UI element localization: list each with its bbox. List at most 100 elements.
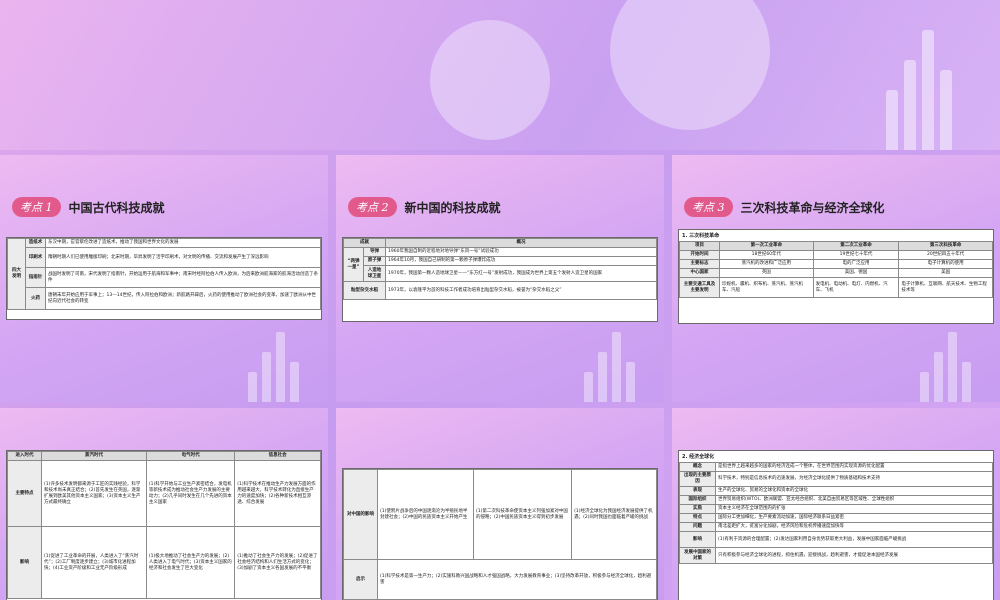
row-label: 籼型杂交水稻	[343, 281, 386, 300]
col-header: 蒸汽时代	[41, 451, 147, 461]
col-header: 进入时代	[7, 451, 42, 461]
row-text: 1973年，以袁隆平为首的科技工作者成功培育出籼型杂交水稻，被誉为“杂交水稻之父…	[385, 281, 657, 300]
topic-badge: 考点 1	[12, 197, 61, 217]
table-header: 进入时代 蒸汽时代 电气时代 信息社会	[7, 451, 321, 461]
table-header: 项目 第一次工业革命 第二次工业革命 第三次科技革命	[679, 241, 993, 251]
slide-tech-revolutions[interactable]: 考点 3 三次科技革命与经济全球化 1. 三次科技革命 项目 第一次工业革命 第…	[672, 155, 1000, 402]
row-label: 影响	[7, 526, 42, 599]
row-text: 只有积极参与经济全球化的进程，抓住机遇，迎接挑战，趋利避害，才能促进本国经济发展	[715, 547, 993, 564]
row-label: 印刷术	[25, 247, 46, 268]
row-label: 造纸术	[25, 238, 46, 248]
row-text: 科学技术，特别是信息技术的迅速发展，为经济全球化提供了物质基础和技术支持	[715, 471, 993, 487]
row-label: 主要特点	[7, 460, 42, 527]
row-label: 特点	[679, 513, 716, 523]
topic-badge: 考点 2	[348, 197, 397, 217]
row-label: 中心国家	[679, 268, 720, 278]
row-label: 出现的主要原因	[679, 471, 716, 487]
cell: (1)使鸦片战争后的中国逐渐沦为半殖民地半封建社会；(2)中国的民族资本主义开始…	[377, 469, 474, 560]
row-text: 唐朝末年开始应用于军事上；13—14世纪，传入阿拉伯和欧洲；新航路开辟后，火药的…	[45, 287, 321, 310]
cell: 电的广泛应用	[812, 259, 900, 269]
decor-bars	[920, 322, 990, 402]
row-text: 1960年我国自制的近程地对地导弹“东风一号”试验成功	[385, 247, 657, 257]
row-text: 1970年，我国第一颗人造地球卫星——“东方红一号”发射成功，我国成为世界上第五…	[385, 265, 657, 282]
row-label: 对中国的影响	[343, 469, 378, 560]
row-text: 战国时发明了司南，宋代发明了指南针，开始运用于航海和军事中；南宋时经阿拉伯人传入…	[45, 267, 321, 288]
decor-bar	[886, 90, 898, 150]
slide-ancient-tech[interactable]: 考点 1 中国古代科技成就 四大发明 造纸术 东汉中期，宦官蔡伦改进了造纸术，推…	[0, 155, 328, 402]
row-label: 实质	[679, 504, 716, 514]
cell: 珍妮机、骡机、织布机、蒸汽机、蒸汽机车、汽船	[719, 277, 814, 298]
table-row: 发展中国家的对策 只有积极参与经济全球化的进程，抓住机遇，迎接挑战，趋利避害，才能…	[679, 547, 993, 564]
table-row: 人造地球卫星 1970年，我国第一颗人造地球卫星——“东方红一号”发射成功，我国…	[344, 265, 657, 282]
row-text: 南北差距扩大，贫富分化加剧，经济风险和危机传播速度加快等	[715, 522, 993, 532]
table-row: 主要特点 (1)许多技术发明都来源于工匠的实践经验，科学和技术尚未真正结合；(2…	[7, 460, 321, 527]
table-row: 开始时间 18世纪60年代 19世纪七十年代 20世纪四五十年代	[679, 250, 993, 260]
content-table: 进入时代 蒸汽时代 电气时代 信息社会 主要特点 (1)许多技术发明都来源于工匠…	[6, 450, 322, 600]
slide-new-china-tech[interactable]: 考点 2 新中国的科技成就 成就 概况 “两弹一星” 导弹 1960年我国自制的…	[336, 155, 664, 402]
cell: (1)第二次科技革命使资本主义列强加紧对中国的侵略；(2)中国民族资本主义得到初…	[472, 469, 573, 560]
col-header: 第一次工业革命	[719, 241, 814, 251]
slide-revolution-features[interactable]: 进入时代 蒸汽时代 电气时代 信息社会 主要特点 (1)许多技术发明都来源于工匠…	[0, 408, 328, 600]
col-header: 第三次科技革命	[898, 241, 993, 251]
row-text: (1)有利于资源的合理配置；(2)发达国家利用自身优势获取更大利益，发展中国家面…	[715, 531, 993, 548]
cell: (1)科学技术在推动生产力发展方面的作用越来越大，科学技术转化为直接生产力的速度…	[234, 460, 321, 527]
decor-bars	[584, 322, 654, 402]
row-label: 主要交通工具及主要发明	[679, 277, 720, 298]
slide-title-row: 考点 3 三次科技革命与经济全球化	[684, 197, 885, 217]
decor-bar	[922, 30, 934, 150]
col-header: 项目	[679, 241, 720, 251]
row-text: 隋朝时期人们已使用雕版印刷；北宋时期，毕昇发明了活字印刷术，对文明的传播、交流和…	[45, 247, 321, 268]
table-row: 特点 国际分工更加细化，生产要素流动加速，国际经济联系日益紧密	[679, 513, 993, 523]
cell: (1)经济全球化为我国经济发展提供了机遇；(2)同时我国也面临着严峻的挑战	[571, 469, 657, 560]
cell: 美国	[898, 268, 993, 278]
slide-title-row: 考点 1 中国古代科技成就	[12, 197, 165, 217]
slide-china-impact[interactable]: 对中国的影响 (1)使鸦片战争后的中国逐渐沦为半殖民地半封建社会；(2)中国的民…	[336, 408, 664, 600]
group-label: “两弹一星”	[343, 247, 364, 282]
table-row: 对中国的影响 (1)使鸦片战争后的中国逐渐沦为半殖民地半封建社会；(2)中国的民…	[343, 469, 657, 560]
table-row: 指南针 战国时发明了司南，宋代发明了指南针，开始运用于航海和军事中；南宋时经阿拉…	[8, 267, 321, 288]
cell: 19世纪七十年代	[812, 250, 900, 260]
cell: 电子计算机、互联网、航天技术、生物工程技术等	[898, 277, 993, 298]
cell: 20世纪四五十年代	[898, 250, 993, 260]
slide-title: 三次科技革命与经济全球化	[740, 200, 885, 215]
row-label: 启示	[343, 559, 378, 600]
cell: (1)科学技术是第一生产力；(2)实施科教兴国战略和人才强国战略，大力发展教育事…	[377, 559, 657, 600]
row-label: 导弹	[363, 247, 386, 257]
table-row: “两弹一星” 导弹 1960年我国自制的近程地对地导弹“东风一号”试验成功	[343, 247, 657, 282]
row-text: 世界贸易组织(WTO)、欧洲联盟、亚太经合组织、北美自由贸易区等区域性、全球性组…	[715, 495, 993, 505]
slide-title-row: 考点 2 新中国的科技成就	[348, 197, 501, 217]
col-header: 电气时代	[145, 451, 236, 461]
slide-title: 新中国的科技成就	[404, 200, 501, 215]
row-label: 发展中国家的对策	[679, 547, 716, 564]
table-row: 印刷术 隋朝时期人们已使用雕版印刷；北宋时期，毕昇发明了活字印刷术，对文明的传播…	[8, 247, 321, 268]
table-row: 出现的主要原因 科学技术，特别是信息技术的迅速发展，为经济全球化提供了物质基础和技…	[679, 471, 993, 487]
table-row: 原子弹 1964年10月，我国自己研制的第一颗原子弹爆炸成功	[344, 256, 657, 266]
slide-title: 中国古代科技成就	[68, 200, 165, 215]
col-header: 概况	[385, 238, 657, 248]
col-header: 信息社会	[234, 451, 321, 461]
cell: 美国、德国	[812, 268, 900, 278]
table-header: 成就 概况	[343, 238, 657, 248]
row-text: 生产的全球化、贸易的全球化和资本的全球化	[715, 486, 993, 496]
hero-background	[0, 0, 1000, 150]
table-row: 实质 资本主义经济在全球范围内的扩张	[679, 504, 993, 514]
content-table: 四大发明 造纸术 东汉中期，宦官蔡伦改进了造纸术，推动了我国和世界文化的发展 印…	[6, 237, 322, 320]
decor-circle	[430, 20, 550, 140]
row-label: 概念	[679, 462, 716, 472]
row-text: 国际分工更加细化，生产要素流动加速，国际经济联系日益紧密	[715, 513, 993, 523]
cell: (1)促进了工业革命的开展，人类进入了“蒸汽时代”；(2)工厂制度逐步建立；(3…	[41, 526, 147, 599]
decor-bar	[940, 70, 952, 150]
slide-globalization[interactable]: 2. 经济全球化 概念 是指世界上越来越多的国家的经济连成一个整体，在世界范围内实…	[672, 408, 1000, 600]
section-heading: 1. 三次科技革命	[682, 233, 720, 239]
row-label: 人造地球卫星	[363, 265, 386, 282]
cell: (1)科学开始与工业生产紧密结合，发电机等新技术成为推动社会生产力发展的主要动力…	[145, 460, 236, 527]
section-heading: 2. 经济全球化	[682, 454, 715, 460]
row-label: 原子弹	[363, 256, 386, 266]
content-table: 2. 经济全球化 概念 是指世界上越来越多的国家的经济连成一个整体，在世界范围内实…	[678, 450, 994, 600]
table-row: 火药 唐朝末年开始应用于军事上；13—14世纪，传入阿拉伯和欧洲；新航路开辟后，…	[8, 287, 321, 310]
cell: 发电机、电动机、电灯、内燃机、汽车、飞机	[812, 277, 900, 298]
row-label: 开始时间	[679, 250, 720, 260]
content-table: 对中国的影响 (1)使鸦片战争后的中国逐渐沦为半殖民地半封建社会；(2)中国的民…	[342, 468, 658, 600]
col-header: 成就	[343, 238, 386, 248]
cell: (1)推动了社会生产力的发展；(2)促进了社会经济结构和人们生活方式的变化；(3…	[234, 526, 321, 599]
